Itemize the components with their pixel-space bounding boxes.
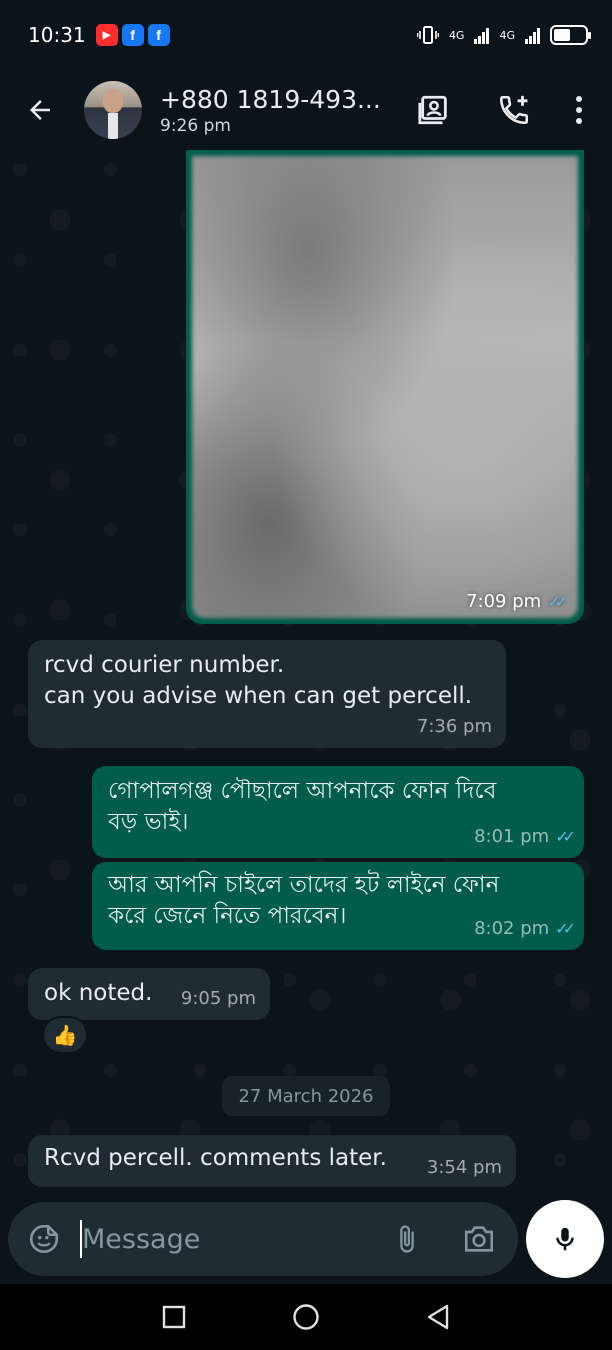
message-time: 9:05 pm bbox=[180, 988, 256, 1009]
status-bar: 10:31 ▶ f f 4G 4G bbox=[0, 0, 612, 70]
contact-info[interactable]: +880 1819-493... 9:26 pm bbox=[160, 85, 390, 136]
circle-icon bbox=[293, 1304, 319, 1330]
message-meta: 7:09 pm ✓✓ bbox=[466, 591, 568, 612]
avatar[interactable] bbox=[84, 81, 142, 139]
sticker-button[interactable] bbox=[8, 1202, 80, 1276]
message-time: 7:09 pm bbox=[466, 591, 542, 612]
contact-name: +880 1819-493... bbox=[160, 84, 381, 114]
message-bubble-outgoing[interactable]: আর আপনি চাইলে তাদের হট লাইনে ফোন করে জেন… bbox=[92, 862, 584, 950]
message-time: 8:01 pm bbox=[474, 826, 550, 847]
sticker-icon bbox=[29, 1224, 59, 1254]
network-4g-label-1: 4G bbox=[448, 28, 465, 42]
double-check-icon: ✓✓ bbox=[555, 827, 576, 846]
back-button[interactable] bbox=[0, 70, 80, 150]
phone-plus-icon bbox=[499, 95, 529, 125]
message-text: গোপালগঞ্জ পৌছালে আপনাকে ফোন দিবে বড় ভাই… bbox=[108, 778, 497, 835]
more-vertical-icon bbox=[576, 96, 582, 124]
message-meta: 8:02 pm ✓✓ bbox=[474, 913, 576, 944]
recents-button[interactable] bbox=[154, 1297, 194, 1337]
camera-icon bbox=[464, 1226, 494, 1252]
message-text: Rcvd percell. comments later. bbox=[44, 1145, 387, 1171]
vibrate-icon bbox=[416, 26, 439, 44]
microphone-icon bbox=[556, 1227, 574, 1251]
message-time: 7:36 pm bbox=[416, 716, 492, 737]
message-text: rcvd courier number. can you advise when… bbox=[44, 652, 473, 709]
message-time: 8:02 pm bbox=[474, 918, 550, 939]
attach-button[interactable] bbox=[374, 1202, 440, 1276]
message-composer: Message bbox=[8, 1202, 518, 1276]
status-time: 10:31 bbox=[28, 23, 86, 47]
date-separator: 27 March 2026 bbox=[222, 1076, 390, 1116]
last-seen: 9:26 pm bbox=[160, 115, 231, 136]
message-bubble-incoming[interactable]: Rcvd percell. comments later. 3:54 pm bbox=[28, 1135, 516, 1187]
contact-card-button[interactable] bbox=[394, 70, 474, 150]
facebook-icon: f bbox=[147, 24, 170, 46]
contact-card-icon bbox=[418, 95, 447, 125]
network-4g-label-2: 4G bbox=[499, 28, 515, 42]
paperclip-icon bbox=[400, 1225, 414, 1253]
arrow-left-icon bbox=[30, 100, 50, 120]
status-indicators: 4G 4G bbox=[416, 25, 591, 45]
add-call-button[interactable] bbox=[474, 70, 554, 150]
message-list[interactable]: 7:09 pm ✓✓ rcvd courier number. can you … bbox=[0, 150, 612, 1200]
navigation-bar bbox=[0, 1284, 612, 1350]
message-time: 3:54 pm bbox=[426, 1157, 502, 1178]
back-nav-button[interactable] bbox=[418, 1297, 458, 1337]
home-button[interactable] bbox=[286, 1297, 326, 1337]
signal-strength-icon bbox=[525, 26, 540, 44]
message-bubble-outgoing[interactable]: গোপালগঞ্জ পৌছালে আপনাকে ফোন দিবে বড় ভাই… bbox=[92, 766, 584, 858]
message-meta: 8:01 pm ✓✓ bbox=[474, 821, 576, 852]
reaction-badge[interactable]: 👍 bbox=[42, 1016, 88, 1054]
camera-button[interactable] bbox=[440, 1202, 518, 1276]
double-check-icon: ✓✓ bbox=[555, 919, 576, 938]
message-input[interactable]: Message bbox=[80, 1220, 374, 1258]
message-image[interactable] bbox=[192, 156, 578, 618]
voice-message-button[interactable] bbox=[526, 1200, 604, 1278]
notification-icons: ▶ f f bbox=[95, 24, 170, 46]
chat-header: +880 1819-493... 9:26 pm bbox=[0, 70, 612, 150]
signal-strength-icon bbox=[474, 26, 490, 44]
youtube-icon: ▶ bbox=[95, 24, 118, 46]
triangle-back-icon bbox=[427, 1304, 449, 1330]
message-bubble-incoming[interactable]: rcvd courier number. can you advise when… bbox=[28, 640, 506, 748]
more-options-button[interactable] bbox=[554, 70, 604, 150]
double-check-icon: ✓✓ bbox=[547, 592, 568, 611]
message-text: ok noted. bbox=[44, 980, 153, 1006]
message-text: আর আপনি চাইলে তাদের হট লাইনে ফোন করে জেন… bbox=[108, 872, 500, 929]
message-bubble-incoming[interactable]: ok noted. 9:05 pm bbox=[28, 968, 270, 1020]
facebook-icon: f bbox=[121, 24, 144, 46]
battery-icon bbox=[550, 25, 591, 45]
image-message[interactable]: 7:09 pm ✓✓ bbox=[186, 150, 584, 624]
square-icon bbox=[162, 1305, 186, 1329]
